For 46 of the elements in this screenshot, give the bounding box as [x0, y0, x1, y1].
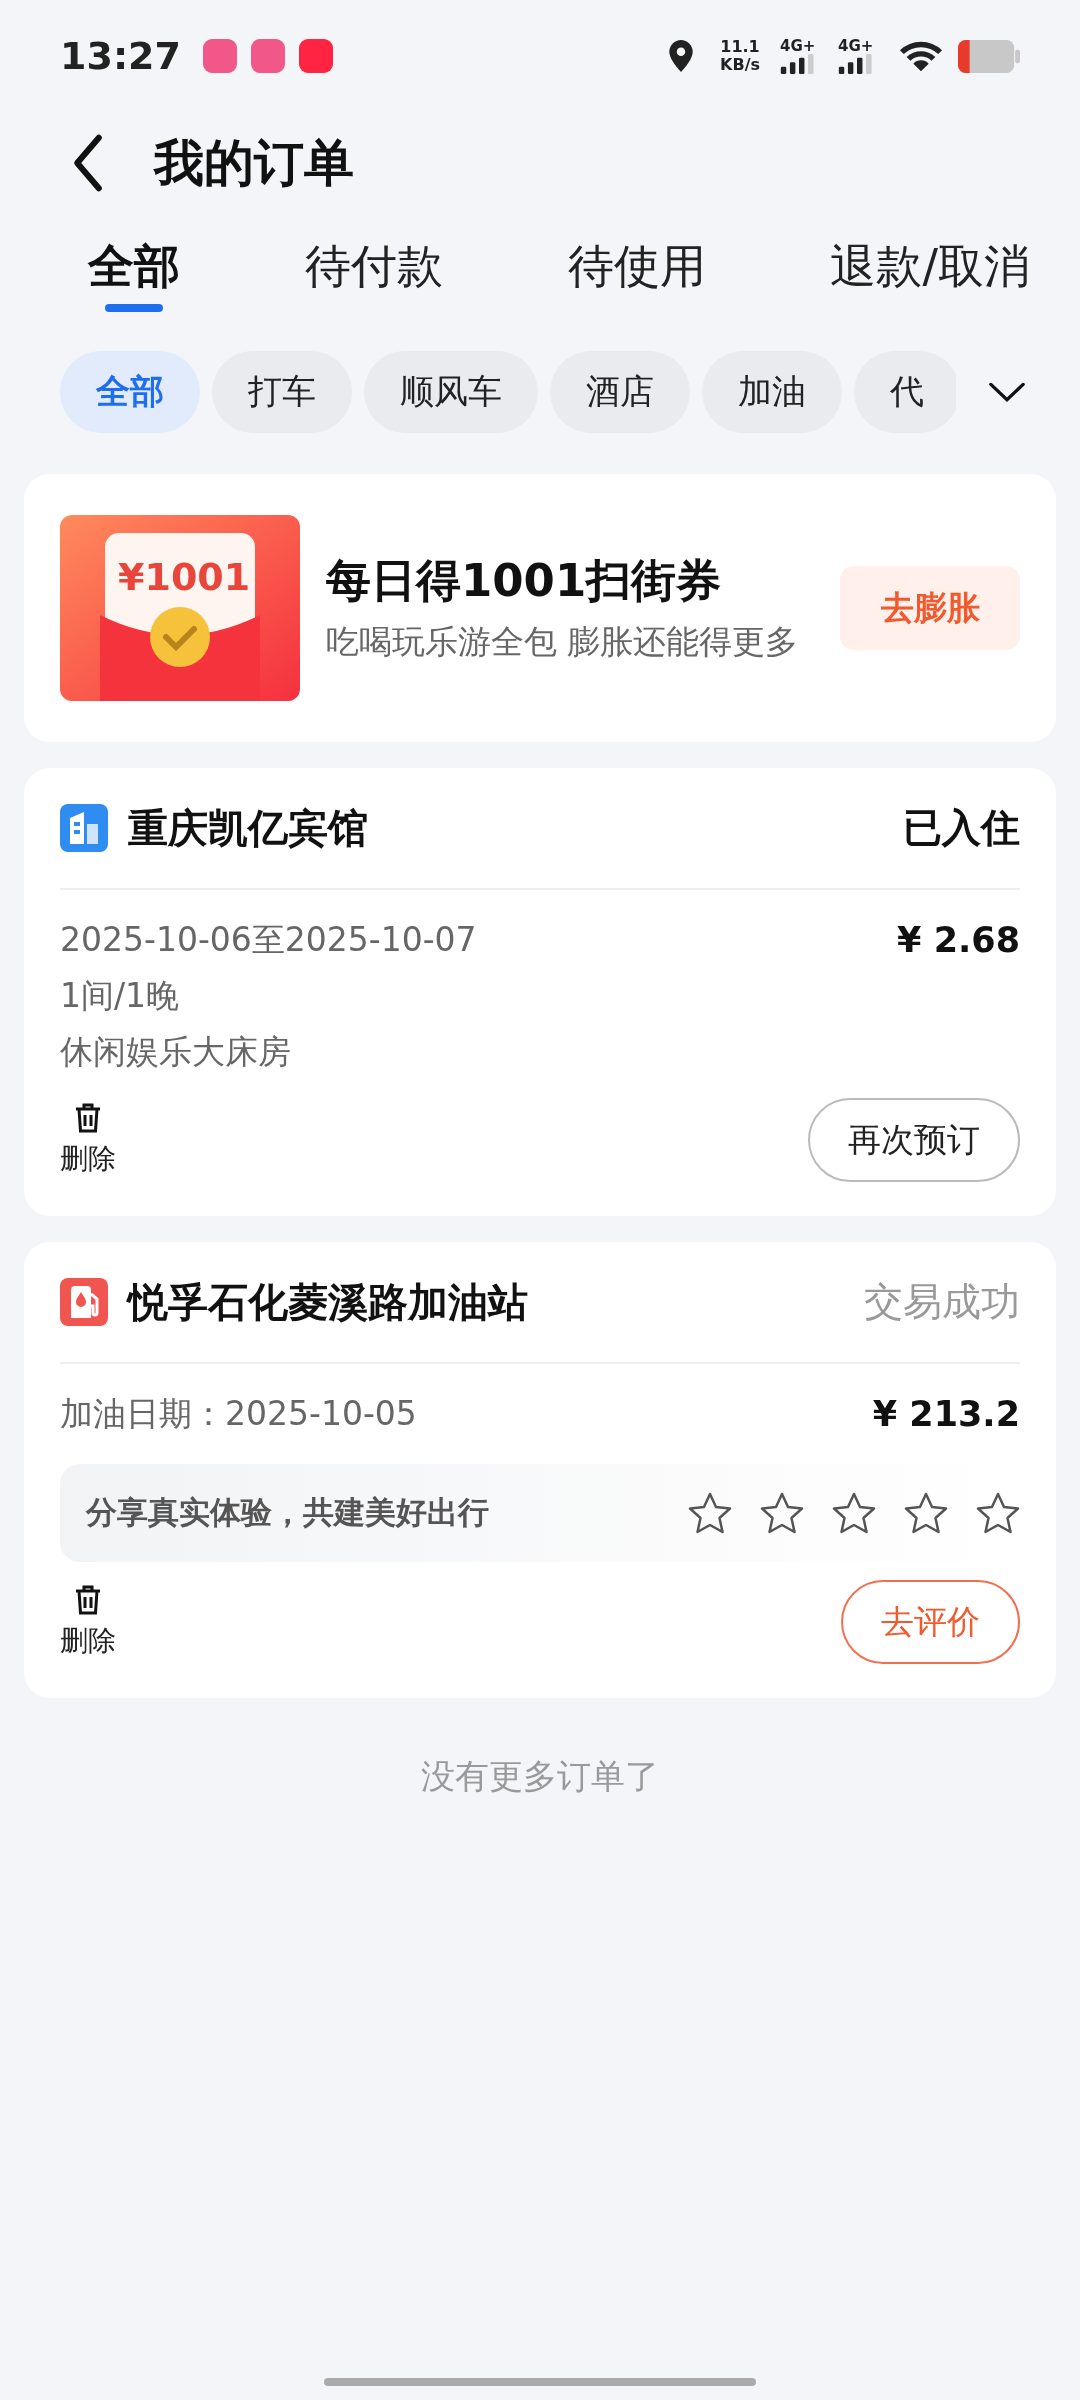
order-tab[interactable]: 待付款 — [304, 222, 443, 312]
rating-star-icon[interactable] — [832, 1492, 876, 1534]
building-icon — [60, 804, 108, 852]
delete-button[interactable]: 删除 — [60, 1102, 116, 1178]
rating-star-icon[interactable] — [904, 1492, 948, 1534]
order-price: ¥ 2.68 — [897, 919, 1020, 962]
order-detail: 休闲娱乐大床房 — [60, 1031, 292, 1073]
app-notification-icon — [250, 39, 285, 73]
filter-chip[interactable]: 全部 — [60, 351, 200, 433]
end-of-list-text: 没有更多订单了 — [421, 1756, 659, 1796]
delete-button[interactable]: 删除 — [60, 1584, 116, 1660]
rating-star-icon[interactable] — [688, 1492, 732, 1534]
merchant-name: 悦孚石化菱溪路加油站 — [128, 1277, 529, 1327]
page-title: 我的订单 — [154, 132, 354, 194]
promo-title: 每日得1001扫街券 — [326, 553, 723, 609]
merchant-name: 重庆凯亿宾馆 — [128, 803, 369, 853]
order-status: 已入住 — [903, 804, 1020, 852]
order-tab[interactable]: 退款/取消 — [830, 222, 1030, 312]
review-prompt: 分享真实体验，共建美好出行 — [86, 1493, 489, 1532]
expand-caret-icon[interactable] — [988, 380, 1026, 404]
order-detail: 加油日期：2025-10-05 — [60, 1393, 417, 1435]
network-speed: 11.1 — [720, 38, 760, 56]
app-notification-icon — [298, 39, 333, 73]
filter-chip[interactable]: 酒店 — [550, 351, 690, 433]
network-speed-unit: KB/s — [720, 56, 760, 74]
order-tab[interactable]: 待使用 — [567, 222, 706, 312]
promo-subtitle: 吃喝玩乐游全包 膨胀还能得更多 — [326, 621, 800, 663]
order-tab[interactable]: 全部 — [88, 222, 180, 312]
rating-star-icon[interactable] — [976, 1492, 1020, 1534]
coupon-amount: ¥1001 — [118, 555, 251, 599]
order-action-button[interactable]: 再次预订 — [808, 1098, 1020, 1182]
order-detail: 2025-10-06至2025-10-07 — [60, 919, 477, 961]
status-time: 13:27 — [60, 34, 181, 78]
filter-chip[interactable]: 顺风车 — [364, 351, 538, 433]
network-type: 4G+ — [838, 38, 874, 54]
order-detail: 1间/1晚 — [60, 975, 181, 1017]
fuel-pump-icon — [60, 1278, 108, 1326]
network-type: 4G+ — [780, 38, 816, 54]
battery-icon — [958, 39, 1020, 73]
filter-chip[interactable]: 打车 — [212, 351, 352, 433]
filter-chip[interactable]: 加油 — [702, 351, 842, 433]
order-price: ¥ 213.2 — [872, 1393, 1020, 1436]
rating-star-icon[interactable] — [760, 1492, 804, 1534]
order-status: 交易成功 — [864, 1278, 1020, 1326]
app-notification-icon — [202, 39, 237, 73]
location-icon — [668, 39, 695, 73]
